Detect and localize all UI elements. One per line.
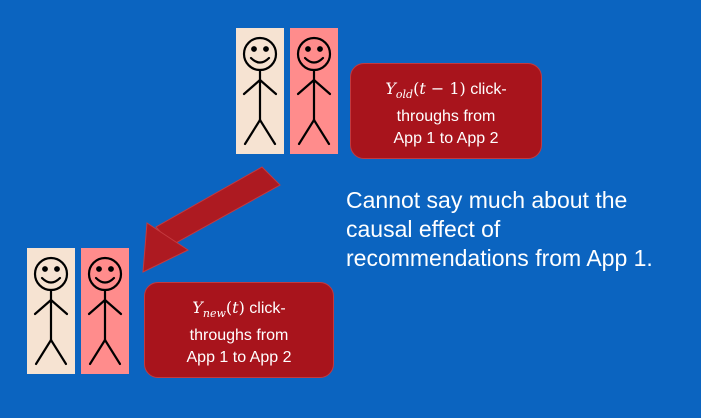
top-pink-stick-figure	[290, 28, 338, 154]
bottom-callout-line3: App 1 to App 2	[186, 349, 292, 367]
top-callout-old-clickthroughs: Yold(t − 1) click- throughs from App 1 t…	[350, 63, 542, 159]
bottom-callout-line2: throughs from	[189, 327, 289, 345]
statement-line1: Cannot say much about the	[346, 187, 628, 213]
bottom-callout-new-clickthroughs: Ynew(t) click- throughs from App 1 to Ap…	[144, 282, 334, 378]
y-new-math: Ynew(t)	[192, 298, 245, 321]
top-beige-stick-figure	[236, 28, 284, 154]
bottom-callout-line1: Ynew(t) click-	[192, 298, 286, 321]
top-callout-line2: throughs from	[396, 108, 496, 126]
arrow-head	[142, 222, 190, 273]
conclusion-statement: Cannot say much about the causal effect …	[346, 186, 696, 273]
top-callout-line1: Yold(t − 1) click-	[385, 79, 507, 102]
y-old-math: Yold(t − 1)	[385, 79, 466, 102]
bottom-beige-stick-figure	[27, 248, 75, 374]
statement-line3: recommendations from App 1.	[346, 245, 653, 271]
bottom-pink-stick-figure	[81, 248, 129, 374]
statement-line2: causal effect of	[346, 216, 501, 242]
arrow-shaft	[155, 166, 281, 246]
top-callout-line3: App 1 to App 2	[393, 130, 499, 148]
